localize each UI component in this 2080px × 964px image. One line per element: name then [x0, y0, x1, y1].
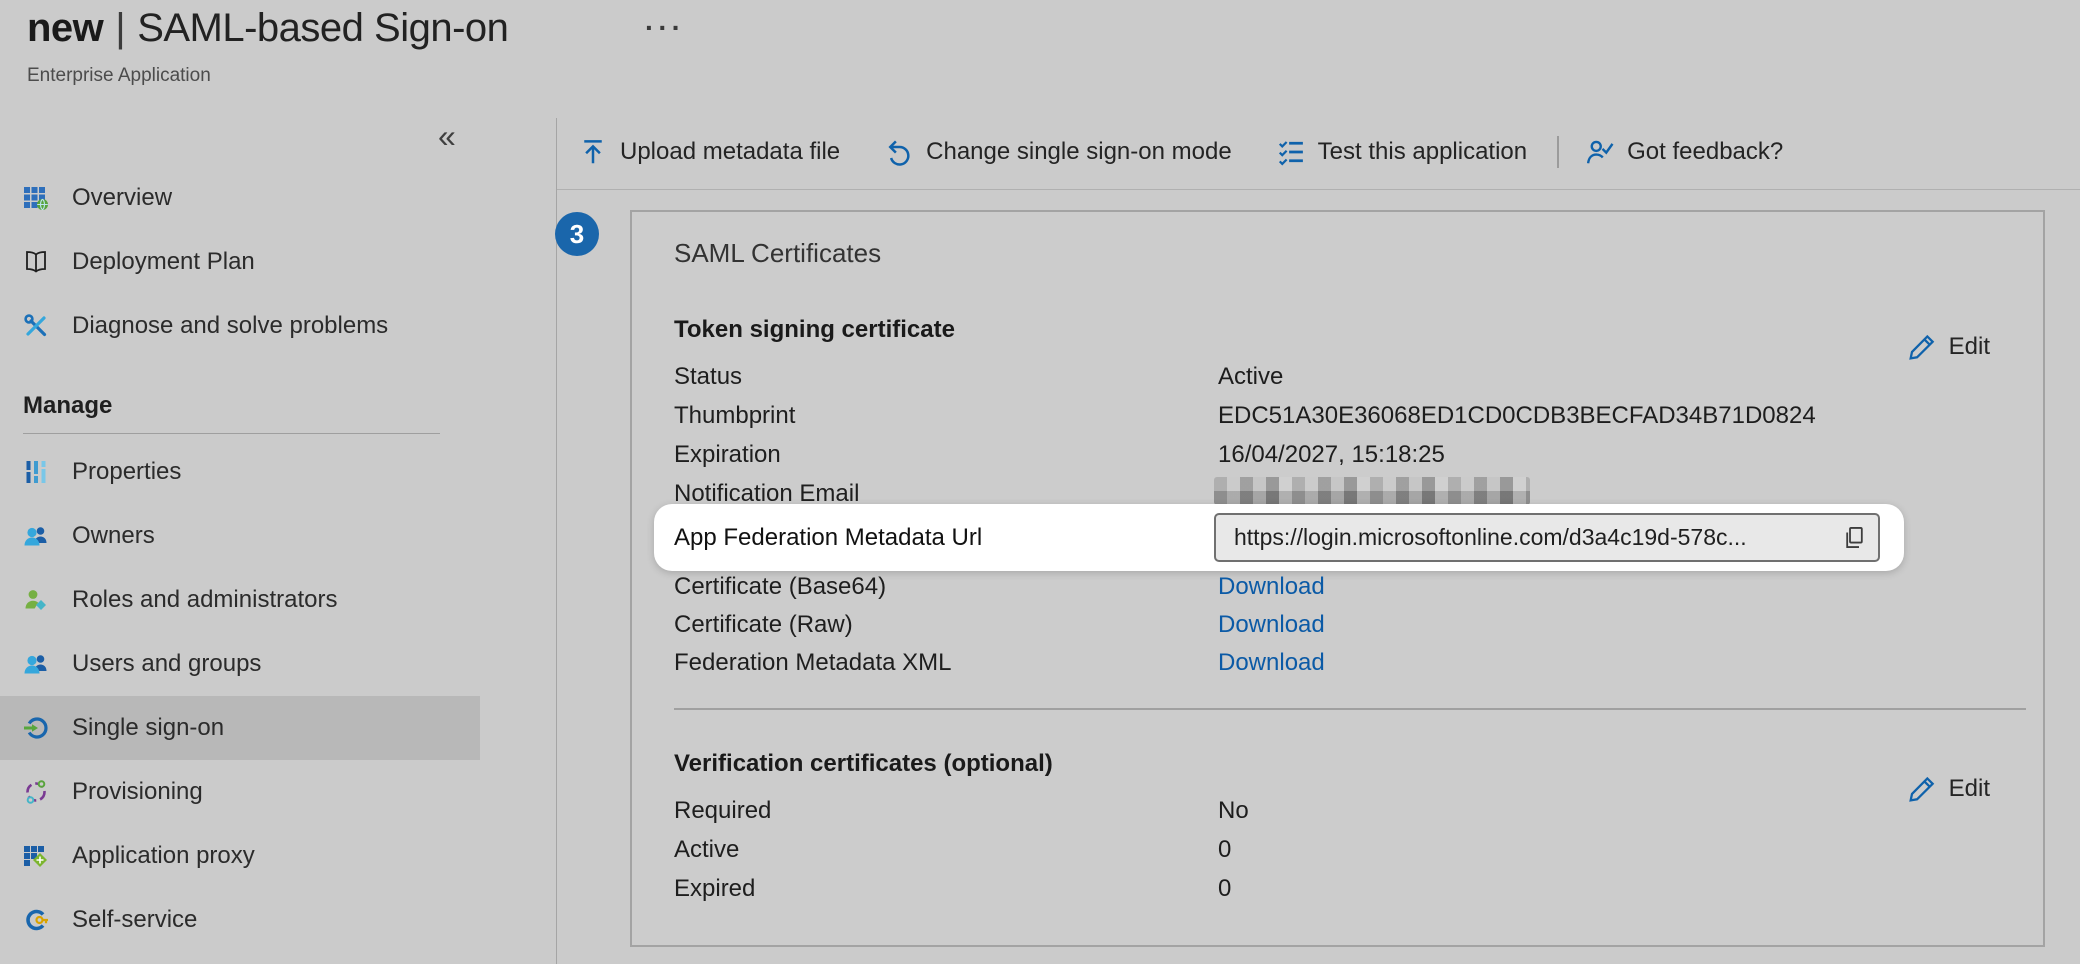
metadata-url-label: App Federation Metadata Url [674, 524, 982, 552]
sidebar-item-diagnose[interactable]: Diagnose and solve problems [0, 294, 480, 358]
metadata-url-highlight: App Federation Metadata Url https://logi… [654, 504, 1904, 571]
thumbprint-row: Thumbprint EDC51A30E36068ED1CD0CDB3BECFA… [632, 402, 2043, 432]
metadata-url-value: https://login.microsoftonline.com/d3a4c1… [1234, 524, 1841, 551]
feedback-person-icon [1585, 137, 1615, 167]
sidebar: « Overview Deployment Plan Diagnose and … [0, 118, 557, 964]
section-divider [674, 708, 2026, 710]
edit-token-certificate-button[interactable]: Edit [1906, 329, 1990, 364]
expired-label: Expired [674, 875, 755, 903]
thumbprint-label: Thumbprint [674, 402, 795, 430]
download-raw-link[interactable]: Download [1218, 611, 1325, 638]
required-value: No [1218, 797, 1249, 825]
certificate-raw-label: Certificate (Raw) [674, 611, 853, 639]
sidebar-item-owners[interactable]: Owners [0, 504, 480, 568]
redacted-email-value [1214, 477, 1530, 505]
sidebar-divider [556, 118, 557, 964]
sidebar-item-provisioning[interactable]: Provisioning [0, 760, 480, 824]
active-label: Active [674, 836, 739, 864]
app-name: new [27, 6, 103, 50]
sidebar-item-overview[interactable]: Overview [0, 166, 480, 230]
deployment-plan-icon [23, 249, 49, 275]
sidebar-item-label: Application proxy [72, 842, 255, 870]
token-certificate-heading: Token signing certificate [674, 316, 955, 344]
sidebar-item-roles[interactable]: Roles and administrators [0, 568, 480, 632]
page-header: new|SAML-based Sign-on ··· Enterprise Ap… [27, 6, 508, 87]
single-sign-on-icon [23, 715, 49, 741]
page-title: new | SAML-based Sign-on [27, 6, 508, 51]
metadata-url-field[interactable]: https://login.microsoftonline.com/d3a4c1… [1214, 513, 1880, 562]
active-value: 0 [1218, 836, 1231, 864]
sidebar-item-properties[interactable]: Properties [0, 440, 480, 504]
expired-row: Expired 0 [632, 875, 2043, 905]
page-subtitle: Enterprise Application [27, 65, 508, 87]
sidebar-item-label: Roles and administrators [72, 586, 337, 614]
sidebar-item-label: Overview [72, 184, 172, 212]
saml-certificates-card: SAML Certificates Token signing certific… [630, 210, 2045, 947]
verification-certificates-heading: Verification certificates (optional) [674, 750, 1053, 778]
sidebar-item-users-groups[interactable]: Users and groups [0, 632, 480, 696]
diagnose-icon [23, 313, 49, 339]
sidebar-item-label: Deployment Plan [72, 248, 255, 276]
federation-metadata-xml-row: Federation Metadata XML Download [632, 649, 2043, 679]
sidebar-item-application-proxy[interactable]: Application proxy [0, 824, 480, 888]
more-options-button[interactable]: ··· [645, 14, 685, 42]
toolbar-separator [1557, 136, 1559, 168]
expiration-label: Expiration [674, 441, 781, 469]
upload-metadata-button[interactable]: Upload metadata file [578, 137, 840, 167]
sidebar-collapse-button[interactable]: « [438, 120, 456, 152]
page-kind-title: SAML-based Sign-on [137, 6, 508, 50]
self-service-icon [23, 907, 49, 933]
checklist-icon [1276, 137, 1306, 167]
copy-icon[interactable] [1841, 524, 1868, 551]
overview-icon [23, 185, 49, 211]
card-title: SAML Certificates [674, 238, 881, 269]
expiration-value: 16/04/2027, 15:18:25 [1218, 441, 1445, 469]
certificate-base64-label: Certificate (Base64) [674, 573, 886, 601]
status-value: Active [1218, 363, 1283, 391]
active-row: Active 0 [632, 836, 2043, 866]
feedback-button[interactable]: Got feedback? [1585, 137, 1783, 167]
sidebar-section-manage: Manage [23, 392, 112, 420]
change-sso-mode-button[interactable]: Change single sign-on mode [884, 137, 1232, 167]
required-label: Required [674, 797, 771, 825]
sidebar-item-self-service[interactable]: Self-service [0, 888, 480, 952]
azure-portal-screen: new | SAML-based Sign-on ··· Enterprise Ap… [0, 0, 2080, 964]
status-label: Status [674, 363, 742, 391]
command-bar: Upload metadata file Change single sign-… [557, 120, 2080, 184]
step-badge: 3 [555, 212, 599, 256]
properties-icon [23, 459, 49, 485]
sidebar-item-label: Single sign-on [72, 714, 224, 742]
sidebar-item-label: Users and groups [72, 650, 261, 678]
thumbprint-value: EDC51A30E36068ED1CD0CDB3BECFAD34B71D0824 [1218, 402, 1816, 430]
roles-icon [23, 587, 49, 613]
sidebar-item-label: Owners [72, 522, 155, 550]
title-separator: | [115, 6, 125, 50]
required-row: Required No [632, 797, 2043, 827]
provisioning-icon [23, 779, 49, 805]
upload-icon [578, 137, 608, 167]
sidebar-item-label: Properties [72, 458, 181, 486]
sidebar-item-deployment-plan[interactable]: Deployment Plan [0, 230, 480, 294]
download-federation-xml-link[interactable]: Download [1218, 649, 1325, 676]
command-bar-divider [557, 189, 2080, 190]
undo-arrow-icon [884, 137, 914, 167]
test-application-button[interactable]: Test this application [1276, 137, 1527, 167]
sidebar-item-label: Provisioning [72, 778, 203, 806]
download-base64-link[interactable]: Download [1218, 573, 1325, 600]
sidebar-section-divider [23, 433, 440, 434]
expired-value: 0 [1218, 875, 1231, 903]
sidebar-item-single-sign-on[interactable]: Single sign-on [0, 696, 480, 760]
certificate-raw-row: Certificate (Raw) Download [632, 611, 2043, 641]
status-row: Status Active [632, 363, 2043, 393]
edit-pencil-icon [1906, 329, 1938, 364]
federation-xml-label: Federation Metadata XML [674, 649, 952, 677]
users-groups-icon [23, 651, 49, 677]
owners-icon [23, 523, 49, 549]
expiration-row: Expiration 16/04/2027, 15:18:25 [632, 441, 2043, 471]
sidebar-item-label: Self-service [72, 906, 197, 934]
application-proxy-icon [23, 843, 49, 869]
sidebar-item-label: Diagnose and solve problems [72, 312, 388, 340]
certificate-base64-row: Certificate (Base64) Download [632, 573, 2043, 603]
